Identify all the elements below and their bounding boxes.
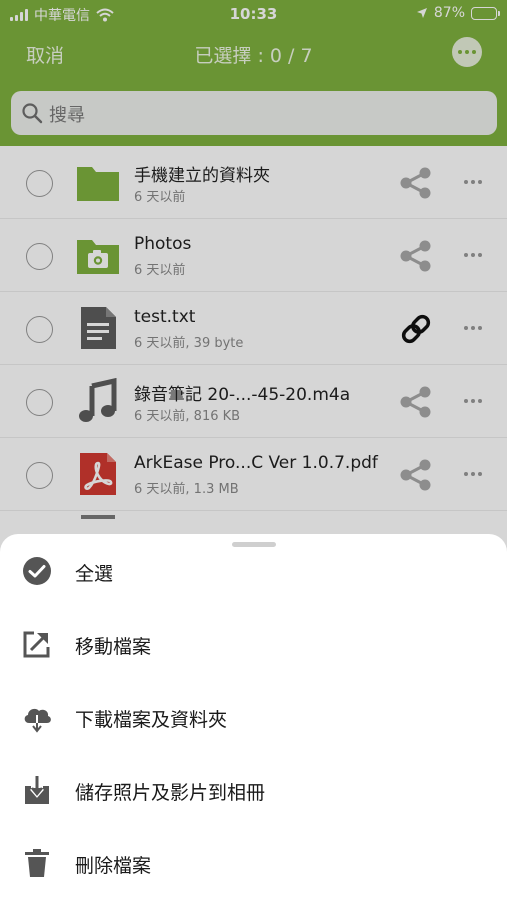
location-arrow-icon xyxy=(416,8,427,18)
audio-file-icon xyxy=(79,378,117,422)
cloud-download-icon xyxy=(24,708,51,733)
share-icon[interactable] xyxy=(398,457,434,493)
row-more-icon[interactable] xyxy=(464,472,482,476)
file-row[interactable]: ArkEase Pro...C Ver 1.0.7.pdf 6 天以前, 1.3… xyxy=(0,438,507,511)
save-to-album-icon xyxy=(25,776,49,804)
share-icon[interactable] xyxy=(398,238,434,274)
file-row[interactable]: 手機建立的資料夾 6 天以前 xyxy=(0,146,507,219)
action-label: 下載檔案及資料夾 xyxy=(75,709,228,731)
delete-files-action[interactable]: 刪除檔案 xyxy=(0,833,507,893)
action-label: 刪除檔案 xyxy=(75,855,152,877)
row-more-icon[interactable] xyxy=(464,253,482,257)
file-row[interactable]: test.txt 6 天以前, 39 byte xyxy=(0,292,507,365)
battery-icon xyxy=(471,6,500,20)
select-all-action[interactable]: 全選 xyxy=(0,541,507,601)
battery-label: 87% xyxy=(433,5,465,21)
file-meta: 6 天以前, 1.3 MB xyxy=(134,482,239,497)
status-right: 87% xyxy=(416,5,500,21)
search-icon xyxy=(22,103,43,124)
search-placeholder: 搜尋 xyxy=(49,105,85,126)
text-file-icon xyxy=(81,307,116,349)
pdf-file-icon xyxy=(80,453,116,495)
select-checkbox[interactable] xyxy=(26,170,53,197)
share-icon[interactable] xyxy=(398,165,434,201)
check-circle-icon xyxy=(23,557,51,585)
row-more-icon[interactable] xyxy=(464,180,482,184)
select-checkbox[interactable] xyxy=(26,316,53,343)
file-row[interactable]: Photos 6 天以前 xyxy=(0,219,507,292)
download-action[interactable]: 下載檔案及資料夾 xyxy=(0,687,507,747)
app-header: 中華電信 10:33 87% 取消 已選擇 : 0 / 7 搜尋 xyxy=(0,0,507,146)
search-bar[interactable]: 搜尋 xyxy=(11,91,497,135)
trash-icon xyxy=(25,849,49,877)
photo-folder-icon xyxy=(77,240,119,274)
move-files-action[interactable]: 移動檔案 xyxy=(0,614,507,674)
select-checkbox[interactable] xyxy=(26,243,53,270)
move-icon xyxy=(23,631,50,658)
selection-title: 已選擇 : 0 / 7 xyxy=(194,45,313,67)
link-icon[interactable] xyxy=(398,311,434,347)
file-name: ArkEase Pro...C Ver 1.0.7.pdf xyxy=(134,453,378,473)
file-name: 手機建立的資料夾 xyxy=(134,166,270,186)
action-label: 儲存照片及影片到相冊 xyxy=(75,782,266,804)
file-name: test.txt xyxy=(134,307,196,327)
action-sheet: 全選 移動檔案 下載檔案及資料夾 儲存照片及影片到相冊 刪除檔案 xyxy=(0,534,507,900)
folder-icon xyxy=(77,167,119,201)
select-checkbox[interactable] xyxy=(26,389,53,416)
file-meta: 6 天以前, 39 byte xyxy=(134,336,244,351)
more-horizontal-icon[interactable] xyxy=(452,37,482,67)
row-more-icon[interactable] xyxy=(464,399,482,403)
file-row[interactable]: 錄音筆記 20-...-45-20.m4a 6 天以前, 816 KB xyxy=(0,365,507,438)
row-more-icon[interactable] xyxy=(464,326,482,330)
file-list: 手機建立的資料夾 6 天以前 Photos 6 天以前 test.txt 6 天… xyxy=(0,146,507,534)
action-label: 移動檔案 xyxy=(75,636,152,658)
file-meta: 6 天以前 xyxy=(134,190,186,205)
action-label: 全選 xyxy=(75,563,114,585)
select-checkbox[interactable] xyxy=(26,462,53,489)
save-to-album-action[interactable]: 儲存照片及影片到相冊 xyxy=(0,760,507,820)
file-name: 錄音筆記 20-...-45-20.m4a xyxy=(134,385,351,405)
nav-bar: 取消 已選擇 : 0 / 7 xyxy=(0,32,507,76)
file-name: Photos xyxy=(134,234,192,254)
file-meta: 6 天以前, 816 KB xyxy=(134,409,241,424)
status-bar: 中華電信 10:33 87% xyxy=(0,0,507,30)
share-icon[interactable] xyxy=(398,384,434,420)
file-meta: 6 天以前 xyxy=(134,263,186,278)
